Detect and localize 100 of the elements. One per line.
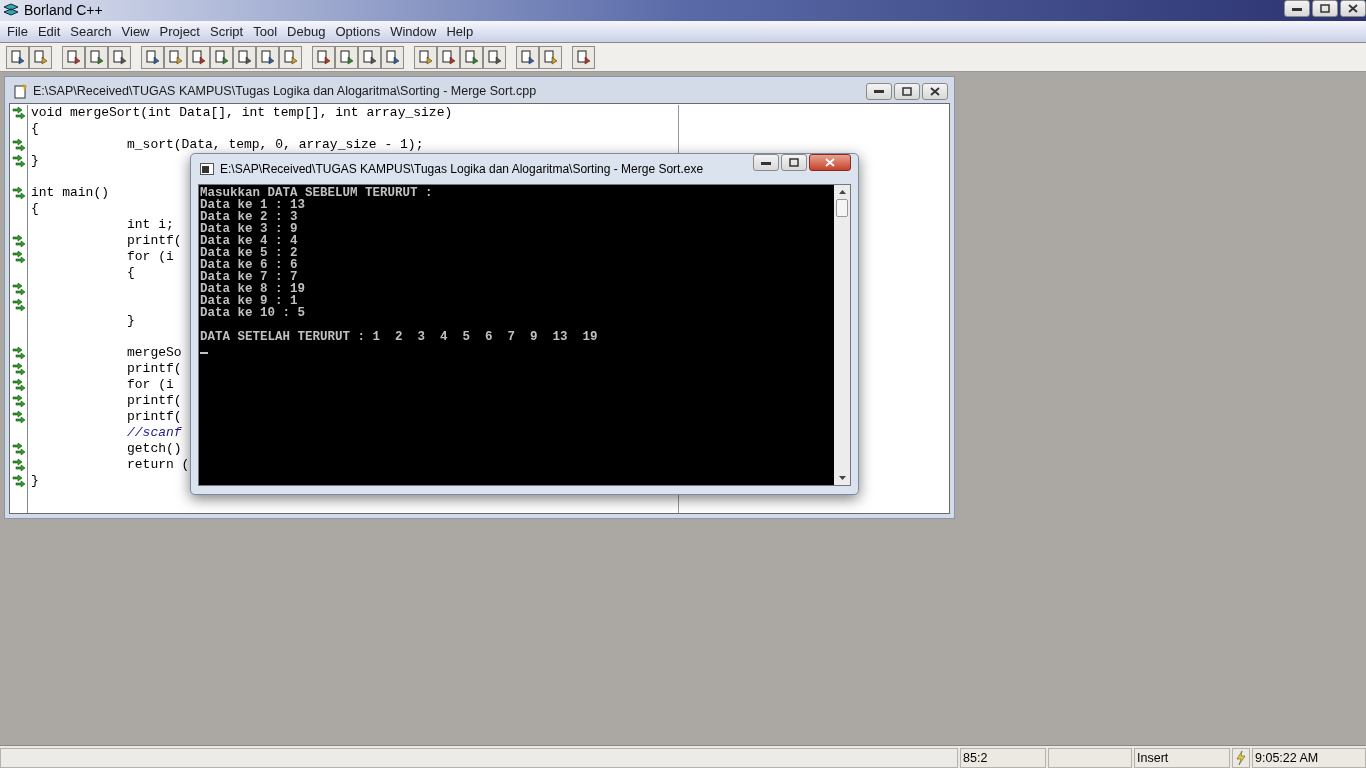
maximize-button[interactable] xyxy=(1312,0,1338,17)
menu-item[interactable]: Tool xyxy=(248,21,283,42)
console-text: Data ke 2 : 3 xyxy=(200,210,298,224)
menu-item[interactable]: Debug xyxy=(282,21,331,42)
code-line: m_sort(Data, temp, 0, array_size - 1); xyxy=(127,137,424,152)
toolbar-button[interactable] xyxy=(6,45,29,69)
toolbar-button[interactable] xyxy=(279,45,302,69)
tool-icon xyxy=(361,49,378,65)
code-line: printf( xyxy=(127,361,182,376)
toolbar-button[interactable] xyxy=(516,45,539,69)
toolbar-button[interactable] xyxy=(358,45,381,69)
minimize-icon xyxy=(874,89,884,93)
minimize-button[interactable] xyxy=(1284,0,1310,17)
tool-icon xyxy=(282,49,299,65)
marker-arrow-icon xyxy=(11,378,26,392)
code-line: { xyxy=(127,265,135,280)
scroll-thumb[interactable] xyxy=(836,199,848,217)
close-icon xyxy=(1348,4,1358,13)
maximize-icon xyxy=(902,86,912,96)
menu-item[interactable]: Project xyxy=(154,21,205,42)
toolbar-button[interactable] xyxy=(210,45,233,69)
tool-icon xyxy=(486,49,503,65)
code-comment: //scanf xyxy=(127,425,182,440)
toolbar-button[interactable] xyxy=(256,45,279,69)
lightning-icon xyxy=(1236,751,1246,765)
marker-arrow-icon xyxy=(11,234,26,248)
code-line: } xyxy=(31,153,39,168)
tool-icon xyxy=(144,49,161,65)
marker-arrow-icon xyxy=(11,186,26,200)
menu-item[interactable]: Script xyxy=(205,21,249,42)
console-text: Data ke 10 : 5 xyxy=(200,306,306,320)
window-title: Borland C++ xyxy=(24,1,103,20)
marker-arrow-icon xyxy=(11,458,26,472)
marker-arrow-icon xyxy=(11,474,26,488)
close-button[interactable] xyxy=(1340,0,1366,17)
code-line: printf( xyxy=(127,233,182,248)
marker-arrow-icon xyxy=(11,106,26,120)
toolbar-button[interactable] xyxy=(141,45,164,69)
toolbar-button[interactable] xyxy=(460,45,483,69)
code-line: for (i xyxy=(127,377,174,392)
tool-icon xyxy=(236,49,253,65)
code-line: getch() xyxy=(127,441,182,456)
maximize-button[interactable] xyxy=(894,82,920,100)
close-button[interactable] xyxy=(922,82,948,100)
tool-icon xyxy=(32,49,49,65)
toolbar-button[interactable] xyxy=(483,45,506,69)
maximize-icon xyxy=(789,158,799,167)
console-text: DATA SETELAH TERURUT : 1 2 3 4 5 6 7 9 13 19 xyxy=(200,330,598,344)
tool-icon xyxy=(167,49,184,65)
close-icon xyxy=(930,86,940,96)
code-line: printf( xyxy=(127,409,182,424)
minimize-button[interactable] xyxy=(753,154,779,171)
menu-item[interactable]: Help xyxy=(441,21,479,42)
toolbar-button[interactable] xyxy=(62,45,85,69)
menu-item[interactable]: File xyxy=(2,21,33,42)
toolbar-button[interactable] xyxy=(85,45,108,69)
code-line: { xyxy=(31,201,39,216)
tool-icon xyxy=(542,49,559,65)
code-line: for (i xyxy=(127,249,174,264)
minimize-button[interactable] xyxy=(866,82,892,100)
tool-icon xyxy=(440,49,457,65)
toolbar-button[interactable] xyxy=(187,45,210,69)
marker-arrow-icon xyxy=(11,346,26,360)
toolbar-button[interactable] xyxy=(164,45,187,69)
toolbar-button[interactable] xyxy=(312,45,335,69)
console-text: Data ke 6 : 6 xyxy=(200,258,298,272)
tool-icon xyxy=(259,49,276,65)
toolbar-button[interactable] xyxy=(539,45,562,69)
toolbar-button[interactable] xyxy=(572,45,595,69)
marker-arrow-icon xyxy=(11,250,26,264)
tool-icon xyxy=(463,49,480,65)
tool-icon xyxy=(315,49,332,65)
toolbar-button[interactable] xyxy=(108,45,131,69)
close-button[interactable] xyxy=(809,154,851,171)
code-line: } xyxy=(127,313,135,328)
menu-item[interactable]: Window xyxy=(385,21,442,42)
clock: 9:05:22 AM xyxy=(1252,748,1366,768)
menu-item[interactable]: Search xyxy=(65,21,117,42)
console-text: Data ke 4 : 4 xyxy=(200,234,298,248)
tool-icon xyxy=(575,49,592,65)
toolbar-button[interactable] xyxy=(437,45,460,69)
menu-item[interactable]: Options xyxy=(330,21,386,42)
toolbar-button[interactable] xyxy=(414,45,437,69)
toolbar-button[interactable] xyxy=(29,45,52,69)
toolbar-button[interactable] xyxy=(233,45,256,69)
menu-item[interactable]: View xyxy=(116,21,155,42)
marker-arrow-icon xyxy=(11,138,26,152)
minimize-icon xyxy=(761,160,771,165)
toolbar-button[interactable] xyxy=(381,45,404,69)
marker-arrow-icon xyxy=(11,298,26,312)
maximize-button[interactable] xyxy=(781,154,807,171)
menu-item[interactable]: Edit xyxy=(32,21,66,42)
code-line: int i; xyxy=(127,217,174,232)
marker-arrow-icon xyxy=(11,410,26,424)
close-icon xyxy=(825,158,835,167)
tool-icon xyxy=(338,49,355,65)
console-text: Data ke 9 : 1 xyxy=(200,294,298,308)
tool-icon xyxy=(519,49,536,65)
code-line: void mergeSort(int Data[], int temp[], int array_size) xyxy=(31,105,453,120)
toolbar-button[interactable] xyxy=(335,45,358,69)
